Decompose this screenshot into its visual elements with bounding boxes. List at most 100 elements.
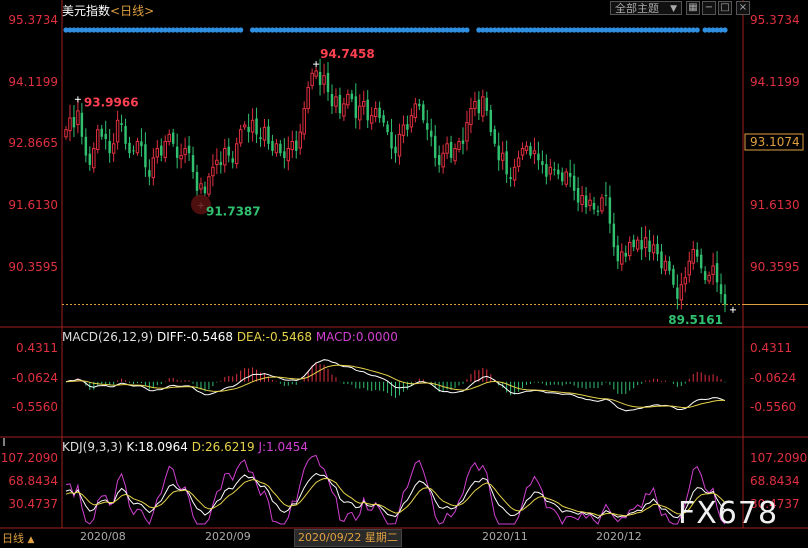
candle-body	[651, 244, 656, 254]
candle-body	[441, 152, 445, 168]
candle-body	[369, 115, 374, 124]
price-tick-label: 95.3734	[8, 13, 58, 27]
macd-tick-label: 0.4311	[16, 341, 58, 355]
candle-body	[330, 94, 334, 107]
candle-body	[576, 187, 580, 203]
right-y-axis: 95.3734 94.1199 91.6130 90.3595 93.1074	[744, 13, 804, 274]
candle-body	[373, 108, 378, 118]
candle-body	[346, 93, 350, 106]
candle-body	[338, 94, 342, 114]
candle-body	[485, 97, 489, 111]
candle-body	[84, 136, 88, 156]
price-annotations: 93.9966 91.7387 94.7458 89.5161	[62, 47, 808, 327]
candle-body	[445, 143, 449, 154]
grid-icon[interactable]: ▦	[686, 1, 700, 15]
candle-body	[418, 103, 421, 107]
candle-body	[580, 194, 584, 205]
candle-body	[175, 146, 179, 158]
candle-body	[155, 148, 160, 158]
period-button[interactable]: 日线 ▲	[2, 530, 34, 546]
candle-body	[378, 107, 381, 118]
candle-body	[167, 133, 171, 142]
candle-body	[215, 159, 219, 165]
date-tick: 2020/09	[205, 530, 251, 543]
candle-body	[191, 155, 195, 172]
candle-body	[115, 119, 120, 143]
price-annotation-label: 91.7387	[206, 204, 261, 218]
candle-body	[668, 261, 671, 271]
candle-body	[465, 122, 469, 142]
macd-legend: MACD(26,12,9) DIFF:-0.5468 DEA:-0.5468 M…	[62, 330, 398, 344]
candle-body	[719, 284, 723, 295]
macd-panel: 0.4311 0.4311 -0.0624 -0.0624 -0.5560 -0.5560	[12, 341, 797, 414]
candle-body	[532, 150, 537, 155]
price-tick-label: 95.3734	[750, 13, 800, 27]
candle-body	[223, 148, 227, 166]
candle-body	[401, 124, 406, 136]
candle-body	[699, 254, 703, 269]
macd-tick-label: -0.0624	[750, 371, 796, 385]
candle-body	[326, 72, 330, 93]
candle-body	[247, 126, 250, 133]
candle-body	[711, 265, 715, 275]
candle-body	[290, 140, 295, 150]
price-tick-label: 90.3595	[750, 260, 800, 274]
instrument-name: 美元指数	[62, 4, 111, 18]
candle-body	[255, 118, 258, 135]
maximize-icon[interactable]: □	[718, 1, 732, 15]
candle-body	[548, 166, 553, 175]
candle-body	[100, 128, 103, 137]
candle-body	[509, 177, 512, 180]
candle-body	[144, 144, 147, 168]
current-price-label: 93.1074	[750, 135, 800, 149]
candle-body	[135, 140, 140, 154]
candle-body	[449, 141, 453, 158]
candle-body	[600, 197, 604, 212]
candle-body	[433, 135, 437, 158]
candle-body	[68, 117, 72, 132]
candle-body	[505, 151, 508, 175]
chart-canvas[interactable]: 93.996691.738794.745889.5161 0.4311 0.431…	[0, 0, 808, 548]
candle-body	[557, 169, 560, 175]
candle-body	[406, 124, 409, 130]
candle-body	[715, 263, 719, 283]
period-tag[interactable]: <日线>	[110, 4, 154, 18]
candle-body	[195, 172, 199, 191]
candle-body	[660, 251, 663, 269]
candle-body	[96, 129, 100, 150]
candle-body	[627, 241, 632, 257]
candle-body	[104, 133, 107, 140]
candle-body	[390, 132, 393, 149]
candle-body	[656, 243, 659, 255]
candle-body	[707, 274, 711, 282]
kdj-j-value: J:1.0454	[258, 440, 309, 454]
candle-body	[211, 166, 215, 177]
close-icon[interactable]: ×	[736, 1, 750, 15]
theme-selector-button[interactable]: 全部主题 ▼	[610, 1, 682, 15]
kdj-j-line	[65, 454, 726, 526]
candle-body	[635, 239, 640, 250]
candle-body	[128, 142, 131, 154]
event-dot	[464, 27, 470, 33]
candle-body	[386, 124, 389, 133]
candle-body	[516, 157, 521, 167]
candle-body	[409, 115, 414, 128]
candle-body	[88, 153, 92, 165]
price-tick-label: 94.1199	[8, 75, 58, 89]
candle-body	[564, 171, 568, 185]
candle-body	[723, 294, 727, 305]
candle-body	[120, 123, 123, 126]
candle-body	[259, 137, 262, 140]
candle-body	[382, 115, 385, 123]
candle-body	[608, 197, 612, 224]
candle-body	[541, 161, 544, 165]
macd-tick-label: -0.0624	[12, 371, 58, 385]
candle-body	[453, 148, 457, 162]
candle-body	[140, 141, 143, 147]
candle-body	[500, 152, 505, 161]
price-tick-label: 94.1199	[750, 75, 800, 89]
candle-body	[632, 239, 635, 248]
candle-body	[342, 103, 346, 117]
candle-body	[493, 129, 496, 144]
minus-icon[interactable]: −	[702, 1, 716, 15]
